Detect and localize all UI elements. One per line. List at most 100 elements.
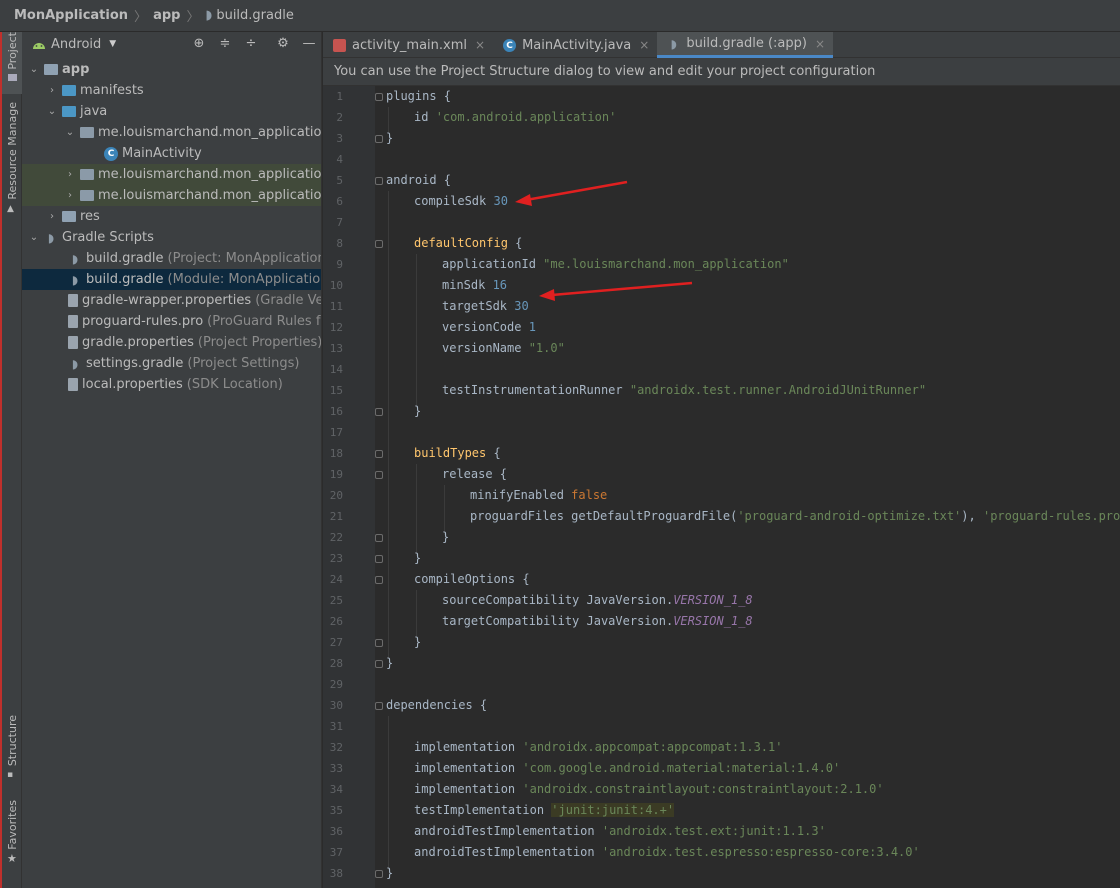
folder-icon	[62, 85, 76, 96]
fold-marker[interactable]	[375, 576, 383, 584]
tree-item-proguard-rules[interactable]: proguard-rules.pro (ProGuard Rules for	[22, 311, 321, 332]
tree-item-gradle-wrapper[interactable]: gradle-wrapper.properties (Gradle Vers	[22, 290, 321, 311]
tool-tab-favorites[interactable]: Favorites ★	[2, 800, 22, 880]
tree-item-gradle-properties[interactable]: gradle.properties (Project Properties)	[22, 332, 321, 353]
code-line: plugins {	[386, 89, 452, 103]
line-number: 10	[329, 279, 343, 292]
chevron-down-icon[interactable]: ⌄	[64, 127, 76, 138]
tab-mainactivity-java[interactable]: C MainActivity.java ×	[493, 32, 657, 58]
gradle-icon: ◗	[71, 356, 79, 371]
tree-item-build-gradle-project[interactable]: ◗ build.gradle (Project: MonApplication)	[22, 248, 321, 269]
indent-guide	[388, 716, 389, 870]
breadcrumb-module[interactable]: app	[153, 8, 180, 23]
fold-marker[interactable]	[375, 639, 383, 647]
fold-marker[interactable]	[375, 93, 383, 101]
line-number: 21	[329, 510, 343, 523]
code-line: release {	[442, 467, 508, 481]
close-icon[interactable]: ×	[639, 38, 649, 52]
line-number: 33	[329, 762, 343, 775]
tree-item-java[interactable]: ⌄ java	[22, 101, 321, 122]
project-panel: Android ▼ ⊕ ≑ ÷ ⚙ — ⌄ app › manifests ⌄ …	[22, 32, 322, 888]
fold-marker[interactable]	[375, 450, 383, 458]
tree-item-label: me.louismarchand.mon_application	[98, 188, 322, 203]
code-line: implementation 'androidx.constraintlayou…	[414, 782, 884, 796]
line-number: 27	[329, 636, 343, 649]
tree-item-res[interactable]: › res	[22, 206, 321, 227]
gradle-icon: ◗	[670, 37, 677, 51]
chevron-right-icon[interactable]: ›	[64, 190, 76, 201]
tree-item-settings-gradle[interactable]: ◗ settings.gradle (Project Settings)	[22, 353, 321, 374]
editor-tabs: activity_main.xml × C MainActivity.java …	[323, 32, 1120, 58]
line-number: 29	[329, 678, 343, 691]
tool-tab-structure[interactable]: Structure ▪	[2, 715, 22, 791]
code-line: applicationId "me.louismarchand.mon_appl…	[442, 257, 789, 271]
fold-marker[interactable]	[375, 555, 383, 563]
tab-label: activity_main.xml	[352, 37, 468, 53]
line-number: 12	[329, 321, 343, 334]
tool-tab-resource-manager-label: Resource Manage	[5, 102, 19, 200]
code-line: versionCode 1	[442, 320, 536, 334]
gear-icon[interactable]: ⚙	[276, 37, 290, 51]
properties-file-icon	[68, 336, 78, 349]
line-number: 18	[329, 447, 343, 460]
tool-tab-resource-manager[interactable]: Resource Manage ▲	[2, 102, 22, 226]
tree-item-hint: (Project Settings)	[187, 356, 300, 371]
gradle-icon: ◗	[205, 8, 213, 23]
chevron-right-icon[interactable]: ›	[64, 169, 76, 180]
chevron-down-icon[interactable]: ▼	[109, 39, 116, 49]
tab-build-gradle-app[interactable]: ◗ build.gradle (:app) ×	[657, 32, 834, 58]
tool-tab-project-label: Project	[5, 32, 19, 70]
fold-marker[interactable]	[375, 177, 383, 185]
tool-tab-project[interactable]: Project	[2, 32, 22, 94]
fold-marker[interactable]	[375, 471, 383, 479]
close-icon[interactable]: ×	[815, 37, 825, 51]
view-selector[interactable]: Android	[51, 37, 101, 52]
tree-item-build-gradle-module[interactable]: ◗ build.gradle (Module: MonApplication.a	[22, 269, 321, 290]
collapse-all-icon[interactable]: ÷	[244, 37, 258, 51]
tree-item-package-test[interactable]: › me.louismarchand.mon_application	[22, 185, 322, 206]
chevron-down-icon[interactable]: ⌄	[28, 64, 40, 75]
tree-item-label: MainActivity	[122, 146, 202, 161]
chevron-right-icon[interactable]: ›	[46, 211, 58, 222]
line-number: 7	[336, 216, 343, 229]
gradle-icon: ◗	[71, 251, 79, 266]
fold-marker[interactable]	[375, 534, 383, 542]
tree-item-package[interactable]: ⌄ me.louismarchand.mon_application	[22, 122, 321, 143]
line-number: 20	[329, 489, 343, 502]
chevron-down-icon[interactable]: ⌄	[46, 106, 58, 117]
close-icon[interactable]: ×	[475, 38, 485, 52]
line-number: 2	[336, 111, 343, 124]
tree-item-package-androidtest[interactable]: › me.louismarchand.mon_application	[22, 164, 321, 185]
fold-marker[interactable]	[375, 135, 383, 143]
class-icon: C	[104, 146, 118, 161]
minimize-icon[interactable]: —	[302, 37, 316, 51]
breadcrumb-project[interactable]: MonApplication	[14, 8, 128, 23]
tree-item-local-properties[interactable]: local.properties (SDK Location)	[22, 374, 321, 395]
fold-marker[interactable]	[375, 660, 383, 668]
code-line: }	[386, 131, 394, 145]
tree-item-manifests[interactable]: › manifests	[22, 80, 321, 101]
resources-folder-icon	[62, 211, 76, 222]
code-line: minifyEnabled false	[470, 488, 608, 502]
left-tool-stripe: Project Resource Manage ▲ Structure ▪ Fa…	[0, 32, 22, 888]
chevron-right-icon[interactable]: ›	[46, 85, 58, 96]
tree-item-mainactivity[interactable]: C MainActivity	[22, 143, 321, 164]
line-number: 28	[329, 657, 343, 670]
line-number: 32	[329, 741, 343, 754]
fold-marker[interactable]	[375, 702, 383, 710]
line-number: 13	[329, 342, 343, 355]
tree-item-app[interactable]: ⌄ app	[22, 59, 321, 80]
tab-activity-main-xml[interactable]: activity_main.xml ×	[323, 32, 493, 58]
chevron-down-icon[interactable]: ⌄	[28, 232, 40, 243]
tree-item-label: gradle.properties	[82, 335, 194, 350]
fold-marker[interactable]	[375, 240, 383, 248]
shapes-icon: ▲	[7, 203, 14, 214]
fold-marker[interactable]	[375, 870, 383, 878]
locate-icon[interactable]: ⊕	[192, 37, 206, 51]
tree-item-gradle-scripts[interactable]: ⌄ ◗ Gradle Scripts	[22, 227, 321, 248]
code-line-targetsdk: targetSdk 30	[442, 299, 529, 313]
breadcrumb-file[interactable]: build.gradle	[216, 8, 294, 23]
fold-marker[interactable]	[375, 408, 383, 416]
code-line: }	[414, 551, 422, 565]
expand-all-icon[interactable]: ≑	[218, 37, 232, 51]
